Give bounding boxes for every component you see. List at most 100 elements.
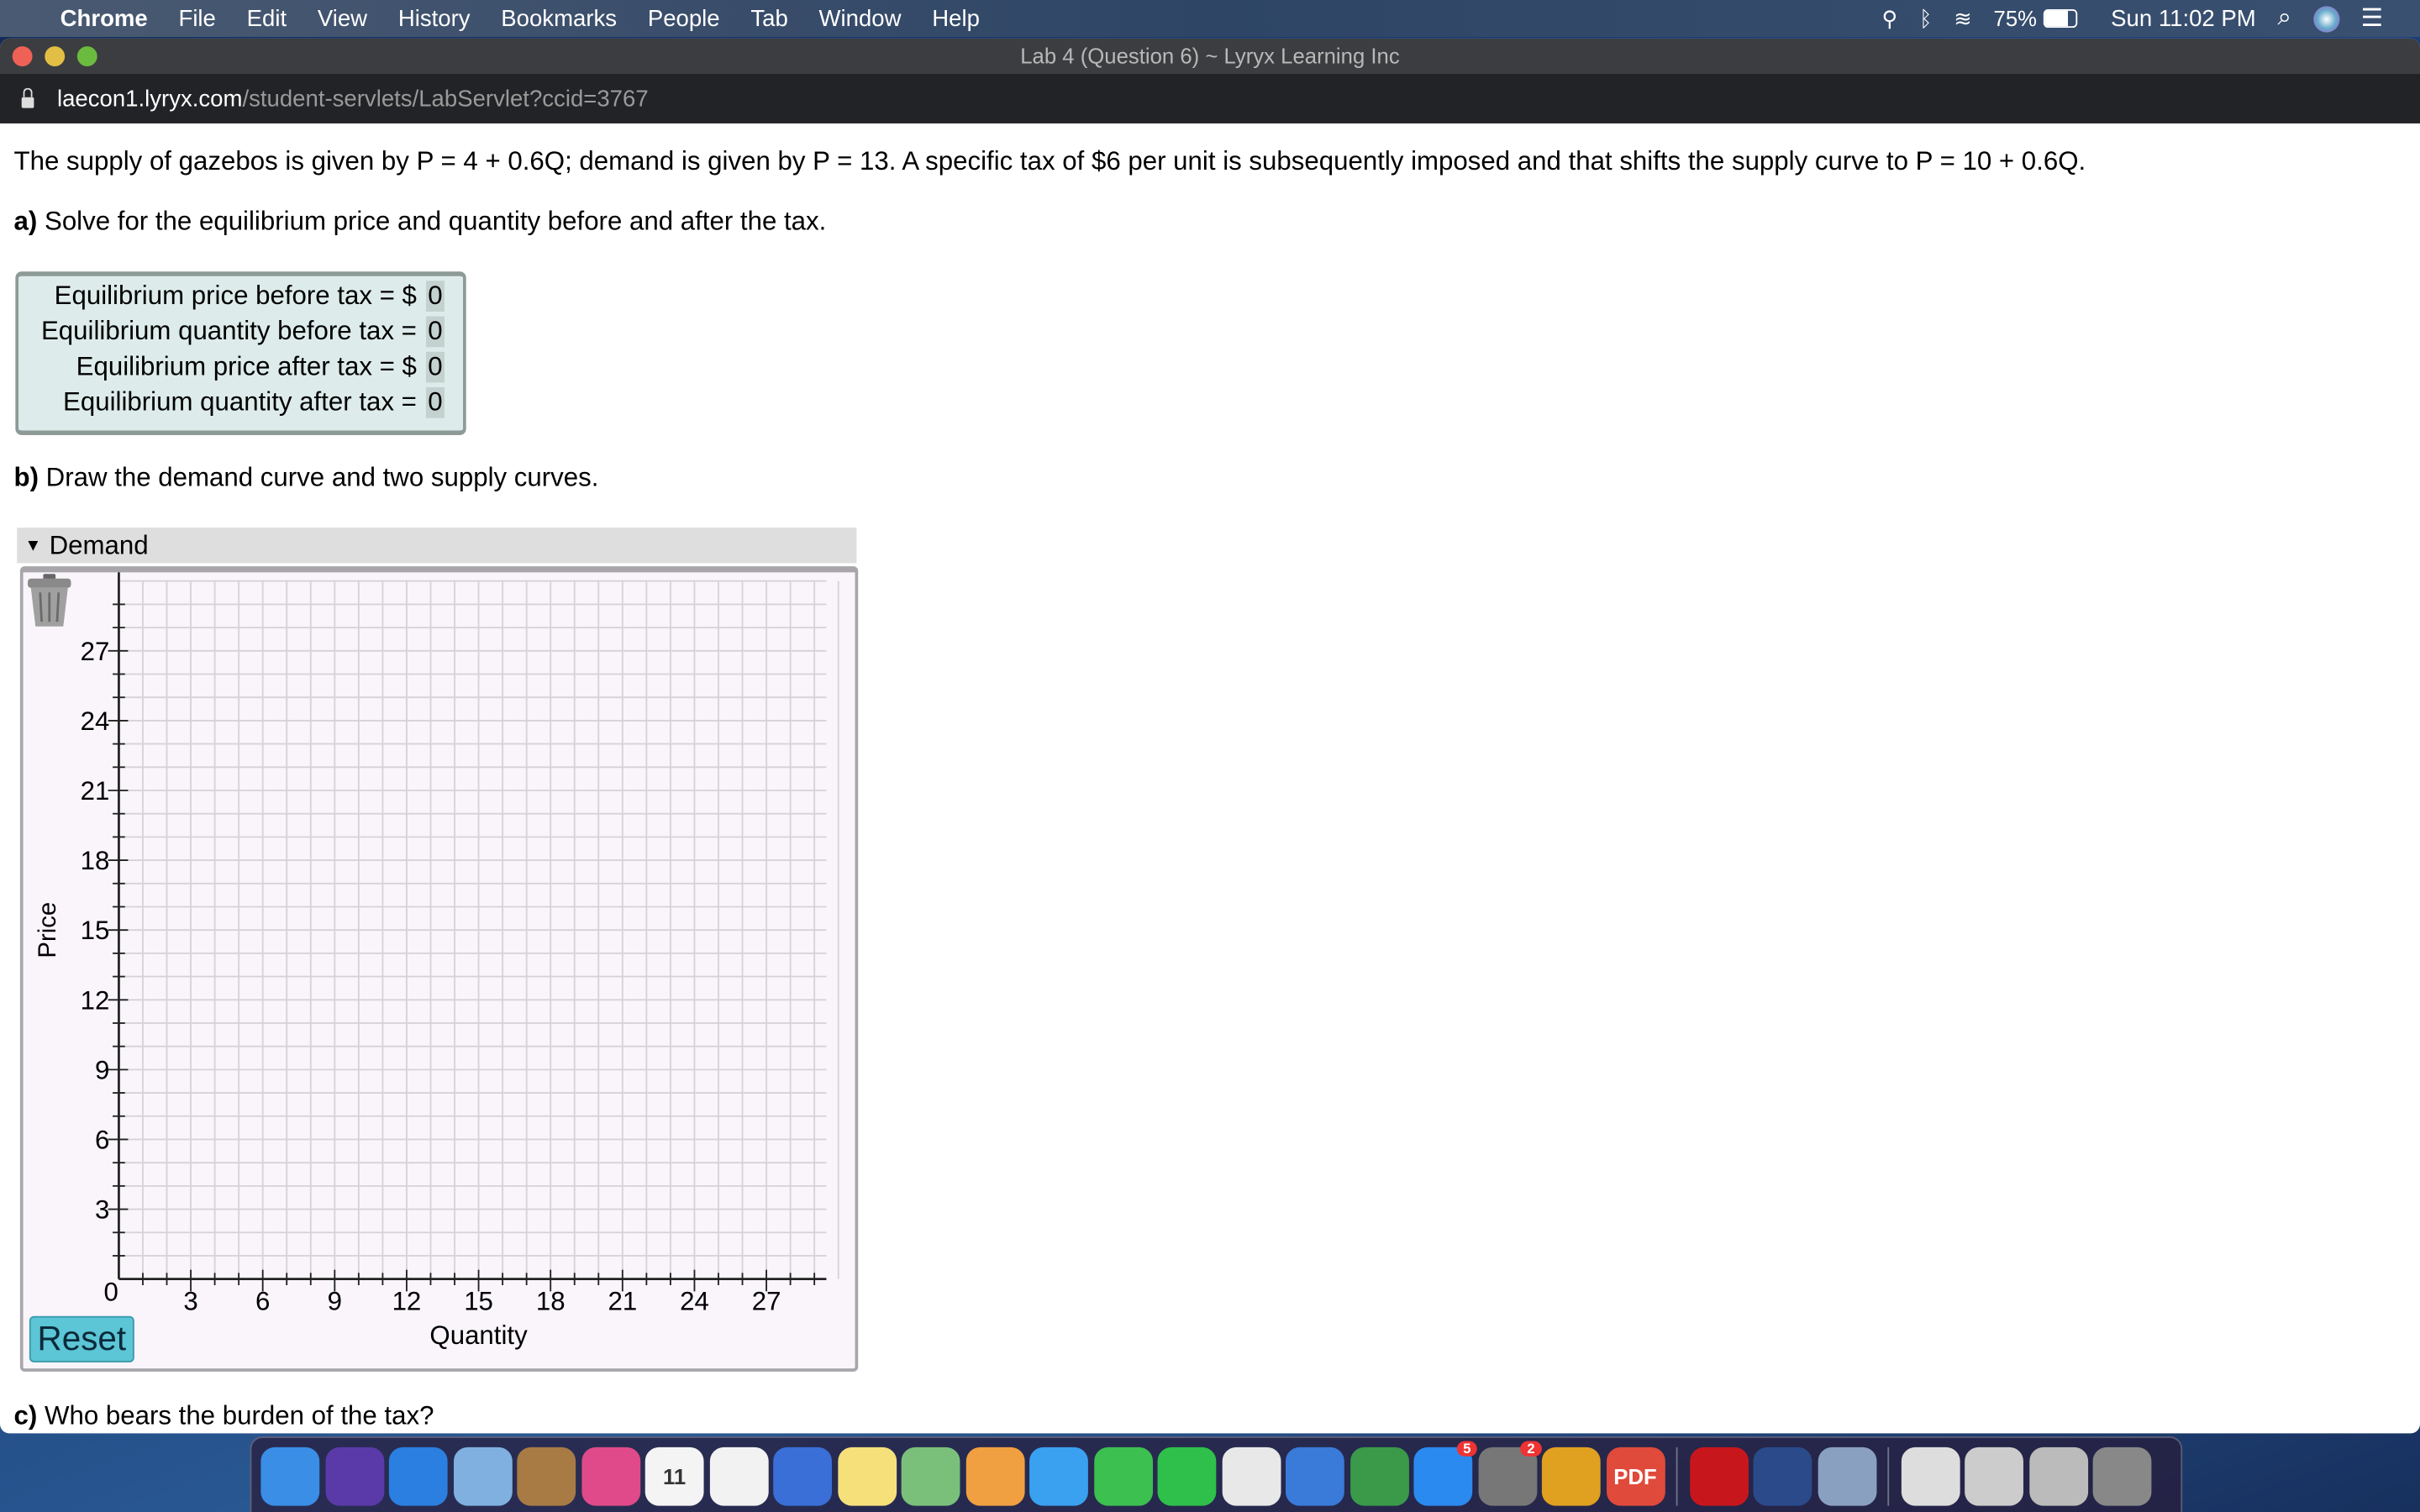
menu-edit[interactable]: Edit [247, 5, 287, 31]
dock-maps-icon[interactable] [901, 1446, 960, 1505]
wifi-icon[interactable]: ≋ [1954, 5, 1972, 31]
x-tick-label: 15 [464, 1286, 493, 1315]
price-before-input[interactable]: 0 [425, 281, 445, 312]
x-tick-label: 3 [183, 1286, 197, 1315]
dock-mail-icon[interactable] [453, 1446, 512, 1505]
dock-separator [1676, 1446, 1678, 1505]
part-b-text: Draw the demand curve and two supply cur… [39, 463, 599, 492]
price-after-input[interactable]: 0 [425, 351, 445, 383]
zoom-button[interactable] [76, 46, 97, 66]
menu-bookmarks[interactable]: Bookmarks [501, 5, 617, 31]
part-a-label: a) [13, 207, 38, 237]
dock-trash-icon[interactable] [2092, 1446, 2152, 1505]
price-quantity-graph[interactable]: 0 3 6 9 12 15 18 21 24 27 3 6 9 12 15 18 21 24 27 Quantity P… [24, 572, 855, 1368]
part-c-prompt: c) Who bears the burden of the tax? [14, 1401, 434, 1432]
x-tick-label: 24 [680, 1286, 709, 1315]
dock-keynote-icon[interactable] [1286, 1446, 1344, 1505]
x-tick-label: 9 [328, 1286, 342, 1315]
quantity-after-input[interactable]: 0 [425, 387, 445, 418]
search-icon[interactable]: ⌕ [2277, 5, 2291, 33]
y-tick-label: 24 [81, 706, 110, 736]
part-c-label: c) [13, 1400, 38, 1431]
quantity-before-input[interactable]: 0 [425, 316, 445, 348]
dock-badge: 2 [1521, 1440, 1541, 1456]
graph-canvas[interactable]: 0 3 6 9 12 15 18 21 24 27 3 6 9 12 15 18 21 24 27 Quantity P… [19, 566, 859, 1372]
x-tick-label: 27 [752, 1286, 781, 1315]
dock-facetime-icon[interactable] [1093, 1446, 1153, 1505]
menu-window[interactable]: Window [819, 5, 902, 31]
url-path: /student-servlets/LabServlet?ccid=3767 [242, 86, 649, 113]
dock-google-docs-icon[interactable] [773, 1446, 833, 1505]
dock-whatsapp-icon[interactable] [1157, 1446, 1217, 1505]
dock-messages-icon[interactable] [1029, 1446, 1088, 1505]
dock-contacts-icon[interactable] [517, 1446, 576, 1505]
dock-finder-icon[interactable] [260, 1446, 320, 1505]
window-title: Lab 4 (Question 6) ~ Lyryx Learning Inc [1020, 43, 1400, 68]
menu-app-chrome[interactable]: Chrome [60, 5, 148, 31]
close-button[interactable] [12, 46, 33, 66]
x-tick-label: 21 [608, 1286, 637, 1315]
title-bar: Lab 4 (Question 6) ~ Lyryx Learning Inc [0, 38, 2420, 76]
dock-textedit-icon[interactable] [1221, 1446, 1281, 1505]
y-tick-label: 27 [81, 637, 110, 666]
dock-calendar-icon[interactable]: 11 [644, 1446, 704, 1505]
y-tick-label: 6 [95, 1125, 109, 1154]
menu-tab[interactable]: Tab [750, 5, 787, 31]
page-content: The supply of gazebos is given by P = 4 … [0, 125, 2420, 1434]
part-a-prompt: a) Solve for the equilibrium price and q… [14, 207, 827, 238]
dock-app-store-icon[interactable]: 5 [1413, 1440, 1477, 1505]
dock-numbers-icon[interactable] [1349, 1446, 1409, 1505]
dock-itunes-icon[interactable] [581, 1446, 640, 1505]
triangle-down-icon: ▼ [24, 537, 42, 556]
dock-preview-icon[interactable] [1817, 1446, 1876, 1505]
lock-icon [21, 87, 34, 108]
battery-icon[interactable] [2043, 9, 2077, 29]
dock-notes-icon[interactable] [837, 1446, 897, 1505]
dock: 11 5 2 PDF [250, 1436, 2183, 1512]
menu-people[interactable]: People [648, 5, 720, 31]
part-c-text: Who bears the burden of the tax? [37, 1400, 434, 1431]
demand-panel-toggle[interactable]: ▼ Demand [17, 528, 857, 564]
dock-reminders-icon[interactable] [708, 1446, 768, 1505]
x-tick-label: 0 [104, 1277, 118, 1306]
menu-file[interactable]: File [178, 5, 215, 31]
trash-icon[interactable] [24, 572, 76, 627]
y-tick-label: 15 [81, 916, 110, 945]
clock[interactable]: Sun 11:02 PM [2111, 5, 2256, 31]
demand-panel-title: Demand [49, 530, 149, 560]
address-bar[interactable]: laecon1.lyryx.com/student-servlets/LabSe… [0, 76, 2420, 123]
x-tick-label: 12 [392, 1286, 422, 1315]
siri-icon[interactable] [2312, 5, 2339, 32]
quantity-before-label: Equilibrium quantity before tax = [40, 316, 417, 346]
y-tick-label: 12 [81, 985, 110, 1015]
price-after-label: Equilibrium price after tax = $ [76, 351, 417, 381]
minimize-button[interactable] [45, 46, 66, 66]
dock-pdf-expert-icon[interactable]: PDF [1606, 1446, 1665, 1505]
dock-system-preferences-icon[interactable]: 2 [1477, 1440, 1541, 1505]
dock-document-2-icon[interactable] [1965, 1446, 2023, 1505]
spotlight-loupe-icon[interactable]: ⚲ [1882, 5, 1898, 31]
dock-document-3-icon[interactable] [2028, 1446, 2088, 1505]
dock-siri-icon[interactable] [324, 1446, 384, 1505]
part-b-label: b) [13, 463, 39, 492]
menu-view[interactable]: View [318, 5, 367, 31]
battery-percent[interactable]: 75% [1994, 6, 2037, 30]
url-host: laecon1.lyryx.com [56, 86, 243, 113]
browser-window: Lab 4 (Question 6) ~ Lyryx Learning Inc … [0, 38, 2420, 1434]
reset-button[interactable]: Reset [29, 1315, 134, 1362]
dock-chrome-icon[interactable] [1541, 1446, 1601, 1505]
dock-safari-icon[interactable] [388, 1446, 448, 1505]
y-tick-label: 18 [81, 846, 110, 875]
menu-history[interactable]: History [398, 5, 471, 31]
bluetooth-icon[interactable]: ᛒ [1919, 6, 1932, 30]
question-intro: The supply of gazebos is given by P = 4 … [13, 146, 2086, 176]
part-a-text: Solve for the equilibrium price and quan… [37, 207, 827, 237]
dock-photos-icon[interactable] [965, 1446, 1024, 1505]
dock-document-1-icon[interactable] [1900, 1446, 1960, 1505]
screen: Chrome File Edit View History Bookmarks … [0, 0, 2420, 1512]
control-center-icon[interactable]: ☰ [2361, 3, 2383, 34]
menu-help[interactable]: Help [932, 5, 980, 31]
dock-acrobat-icon[interactable] [1689, 1446, 1749, 1505]
dock-separator [1887, 1446, 1890, 1505]
dock-quicktime-icon[interactable] [1753, 1446, 1812, 1505]
